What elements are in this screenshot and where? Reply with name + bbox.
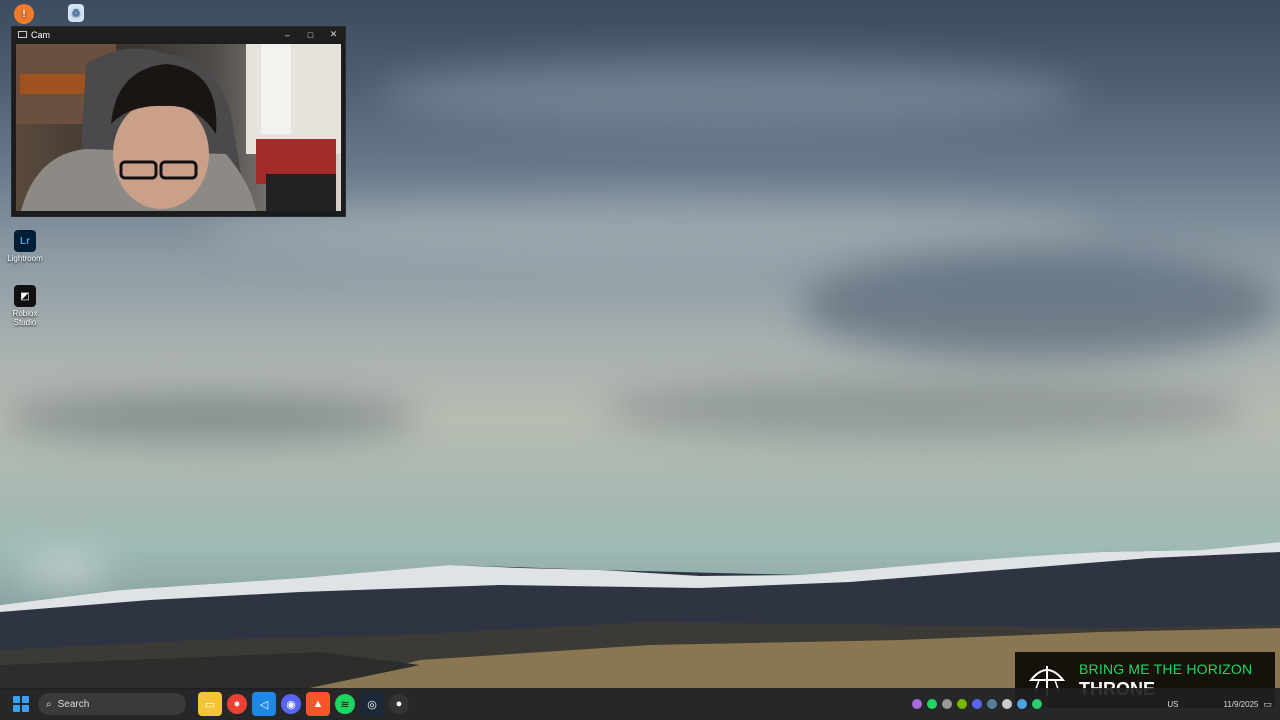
windows-logo-icon bbox=[13, 696, 20, 703]
brave-icon[interactable]: ▲ bbox=[306, 692, 330, 716]
discord-tray-icon[interactable] bbox=[972, 699, 983, 709]
desktop-icon-label: Lightroom bbox=[7, 254, 43, 263]
desktop-icon-lightroom[interactable]: Lr Lightroom bbox=[4, 230, 46, 263]
windows-logo-icon bbox=[22, 705, 29, 712]
recycle-bin-icon: ♻ bbox=[68, 4, 84, 22]
webcam-image bbox=[16, 44, 341, 211]
maximize-button[interactable]: □ bbox=[299, 30, 322, 40]
search-box[interactable]: ⌕ Search bbox=[38, 693, 186, 715]
file-explorer-icon[interactable]: ▭ bbox=[198, 692, 222, 716]
spotify-tray-icon[interactable] bbox=[927, 699, 938, 709]
search-icon: ⌕ bbox=[46, 698, 52, 710]
windows-logo-icon bbox=[13, 705, 20, 712]
start-button[interactable] bbox=[10, 693, 32, 715]
minimize-button[interactable]: – bbox=[276, 30, 299, 40]
nvidia-tray-icon[interactable] bbox=[957, 699, 968, 709]
webcam-feed bbox=[16, 44, 341, 211]
desktop-icon[interactable]: ! bbox=[4, 4, 44, 26]
steam-tray-icon[interactable] bbox=[987, 699, 998, 709]
obs-tray-icon[interactable] bbox=[942, 699, 953, 709]
cam-titlebar[interactable]: Cam – □ ✕ bbox=[12, 27, 345, 42]
app-icon bbox=[18, 31, 27, 38]
spotify-icon[interactable]: ≋ bbox=[335, 694, 355, 714]
cloud bbox=[600, 380, 1250, 440]
vscode-icon[interactable]: ◁ bbox=[252, 692, 276, 716]
system-tray: US 11/9/2025 ▭ bbox=[912, 688, 1280, 720]
app-icon: ! bbox=[14, 4, 34, 24]
windows-logo-icon bbox=[22, 696, 29, 703]
now-playing-artist: BRING ME THE HORIZON bbox=[1079, 660, 1253, 677]
close-button[interactable]: ✕ bbox=[322, 29, 345, 40]
roblox-studio-icon: ◩ bbox=[14, 285, 36, 307]
steam-icon[interactable]: ◎ bbox=[360, 692, 384, 716]
clock-date[interactable]: 11/9/2025 bbox=[1223, 700, 1258, 709]
taskbar: ⌕ Search ▭ ● ◁ ◉ ▲ ≋ ◎ ● US 11/9/2025 ▭ bbox=[0, 688, 1280, 720]
cam-window-title: Cam bbox=[31, 29, 51, 40]
desktop-icon[interactable]: ♻ bbox=[56, 4, 96, 24]
desktop-icon-label: Roblox Studio bbox=[12, 309, 38, 327]
search-placeholder: Search bbox=[57, 698, 90, 710]
cam-window[interactable]: Cam – □ ✕ bbox=[11, 26, 346, 217]
notification-icon[interactable]: ▭ bbox=[1263, 699, 1272, 710]
lightroom-icon: Lr bbox=[14, 230, 36, 252]
tray-app-icon[interactable] bbox=[1032, 699, 1043, 709]
discord-icon[interactable]: ◉ bbox=[281, 694, 301, 714]
tray-app-icon[interactable] bbox=[1002, 699, 1013, 709]
tray-app-icon[interactable] bbox=[912, 699, 923, 709]
desktop-icon-roblox[interactable]: ◩ Roblox Studio bbox=[4, 285, 46, 327]
tray-app-icon[interactable] bbox=[1017, 699, 1028, 709]
cloud bbox=[0, 395, 420, 440]
chrome-icon[interactable]: ● bbox=[227, 694, 247, 714]
cloud bbox=[380, 60, 1080, 130]
cloud bbox=[800, 250, 1280, 360]
language-indicator[interactable]: US bbox=[1167, 700, 1178, 709]
obs-icon[interactable]: ● bbox=[389, 694, 409, 714]
